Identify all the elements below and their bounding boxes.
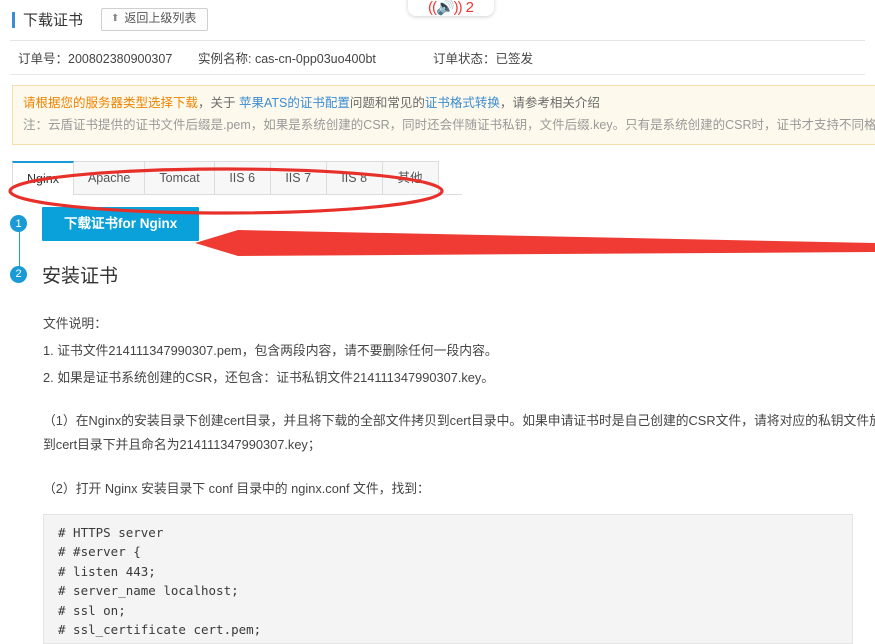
tab-iis7[interactable]: IIS 7 xyxy=(270,161,327,194)
install-paragraph-2: （2）打开 Nginx 安装目录下 conf 目录中的 nginx.conf 文… xyxy=(43,480,430,496)
warning-strong-text: 请根据您的服务器类型选择下载 xyxy=(23,96,199,110)
file-description-title: 文件说明： xyxy=(43,315,107,331)
upload-arrow-icon: ⬆ xyxy=(111,13,120,24)
tab-other[interactable]: 其他 xyxy=(382,161,439,194)
server-type-tabs: Nginx Apache Tomcat IIS 6 IIS 7 IIS 8 其他 xyxy=(12,161,462,195)
order-status: 订单状态：已签发 xyxy=(433,52,534,66)
download-certificate-button[interactable]: 下载证书for Nginx xyxy=(42,207,200,241)
code-line: # ssl on; xyxy=(58,602,126,618)
code-line: # HTTPS server xyxy=(58,524,164,540)
megaphone-icon: ((🔊)) xyxy=(427,0,463,16)
tab-iis6[interactable]: IIS 6 xyxy=(214,161,271,194)
format-convert-link[interactable]: 证书格式转换 xyxy=(425,96,500,110)
nginx-config-code-block: # HTTPS server # #server { # listen 443;… xyxy=(43,513,853,644)
step-2-marker: 2 xyxy=(10,265,27,283)
warning-mid-1: ，关于 xyxy=(198,96,239,110)
order-info-row: 订单号：200802380900307 实例名称: cas-cn-0pp03uo… xyxy=(0,41,875,74)
step-2-row: 2 安装证书 xyxy=(10,261,875,288)
install-certificate-heading: 安装证书 xyxy=(42,265,119,287)
warning-end-text: ，请参考相关介绍 xyxy=(499,96,600,110)
back-to-list-button[interactable]: ⬆ 返回上级列表 xyxy=(101,8,209,31)
title-accent-bar xyxy=(12,11,15,28)
step-1-marker: 1 xyxy=(10,215,27,233)
order-number: 订单号：200802380900307 xyxy=(18,52,173,66)
tab-iis8[interactable]: IIS 8 xyxy=(326,161,383,194)
warning-banner: 请根据您的服务器类型选择下载，关于 苹果ATS的证书配置问题和常见的证书格式转换… xyxy=(12,85,875,145)
tab-nginx[interactable]: Nginx xyxy=(12,161,74,195)
instance-name: 实例名称: cas-cn-0pp03uo400bt xyxy=(198,52,376,66)
tab-tomcat[interactable]: Tomcat xyxy=(145,161,215,194)
info-divider xyxy=(10,74,865,75)
notification-badge[interactable]: ((🔊)) 2 xyxy=(408,0,494,16)
code-line: # ssl_certificate_key cert.key; xyxy=(58,640,852,643)
warning-line-2: 注：云盾证书提供的证书文件后缀是.pem，如果是系统创建的CSR，同时还会伴随证… xyxy=(23,118,875,132)
notification-count: 2 xyxy=(465,0,474,16)
warning-line-1: 请根据您的服务器类型选择下载，关于 苹果ATS的证书配置问题和常见的证书格式转换… xyxy=(23,93,875,114)
code-line: # #server { xyxy=(58,544,141,559)
page-title: 下载证书 xyxy=(23,12,84,29)
back-to-list-label: 返回上级列表 xyxy=(124,11,197,26)
steps-section: 1 下载证书for Nginx 2 安装证书 xyxy=(0,207,875,288)
step-1-row: 1 下载证书for Nginx xyxy=(10,207,875,241)
file-description-item-1: 1. 证书文件214111347990307.pem，包含两段内容，请不要删除任… xyxy=(43,342,498,358)
tab-apache[interactable]: Apache xyxy=(73,161,146,194)
warning-mid-2: 问题和常见的 xyxy=(349,96,425,110)
file-description-item-2: 2. 如果是证书系统创建的CSR，还包含：证书私钥文件2141113479903… xyxy=(43,369,495,385)
install-paragraph-1: （1）在Nginx的安装目录下创建cert目录，并且将下载的全部文件拷贝到cer… xyxy=(43,412,875,452)
code-line: # listen 443; xyxy=(58,563,156,579)
code-line: # server_name localhost; xyxy=(58,583,239,598)
ats-config-link[interactable]: 苹果ATS的证书配置 xyxy=(239,96,350,110)
code-line: # ssl_certificate cert.pem; xyxy=(58,622,262,637)
instructions-block: 文件说明： 1. 证书文件214111347990307.pem，包含两段内容，… xyxy=(43,310,875,502)
